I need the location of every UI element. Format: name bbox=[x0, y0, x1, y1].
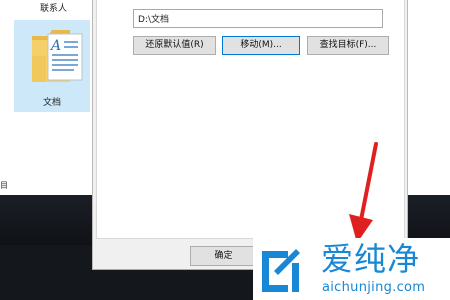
documents-folder-label: 文档 bbox=[42, 98, 61, 108]
site-watermark: 爱纯净 aichunjing.com bbox=[253, 238, 450, 300]
red-pointer-arrow bbox=[349, 142, 378, 243]
documents-folder-item[interactable]: A 文档 bbox=[14, 20, 90, 112]
watermark-brand-text: 爱纯净 bbox=[321, 240, 421, 278]
ok-button[interactable]: 确定 bbox=[190, 246, 257, 266]
contacts-folder-label[interactable]: 联系人 bbox=[40, 1, 67, 14]
restore-default-button[interactable]: 还原默认值(R) bbox=[133, 36, 216, 55]
location-path-input[interactable] bbox=[133, 9, 383, 28]
documents-folder-icon: A bbox=[32, 30, 83, 82]
watermark-url-text: aichunjing.com bbox=[322, 280, 426, 295]
move-button[interactable]: 移动(M)... bbox=[222, 36, 300, 55]
find-target-button[interactable]: 查找目标(F)... bbox=[307, 36, 389, 55]
aichunjing-logo-icon bbox=[262, 249, 300, 292]
status-bar-text: 目 bbox=[0, 181, 8, 190]
svg-text:A: A bbox=[49, 38, 61, 54]
